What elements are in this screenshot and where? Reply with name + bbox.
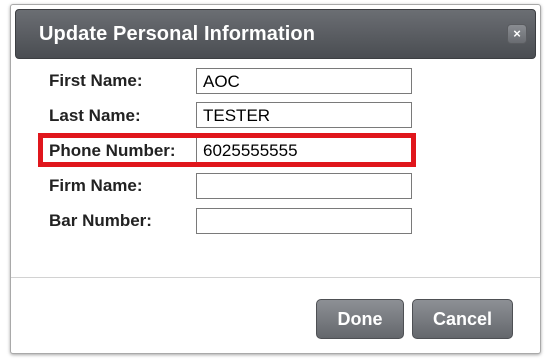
button-divider [11,277,540,278]
last-name-field[interactable] [196,102,412,128]
done-button[interactable]: Done [316,299,404,339]
update-personal-info-dialog: Update Personal Information × First Name… [10,4,541,354]
firm-name-field[interactable] [196,173,412,199]
first-name-label: First Name: [49,71,143,90]
dialog-title: Update Personal Information [39,23,316,45]
dialog-titlebar[interactable]: Update Personal Information × [15,9,536,59]
bar-number-label: Bar Number: [49,211,152,230]
phone-number-highlight-box [38,133,416,167]
close-icon[interactable]: × [507,24,527,44]
first-name-field[interactable] [196,68,412,94]
last-name-label: Last Name: [49,106,141,125]
firm-name-label: Firm Name: [49,176,143,195]
bar-number-field[interactable] [196,208,412,234]
cancel-button[interactable]: Cancel [412,299,513,339]
